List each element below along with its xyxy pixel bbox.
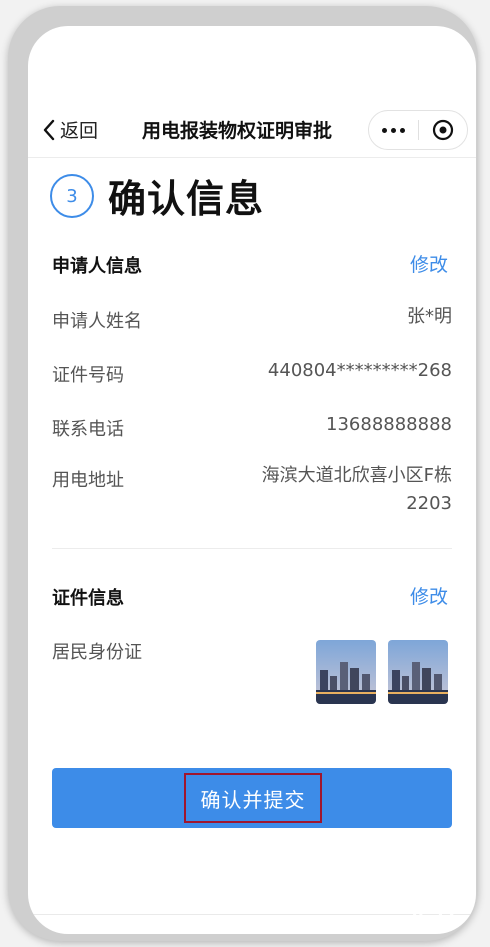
section-divider bbox=[52, 548, 452, 549]
back-button[interactable]: 返回 bbox=[42, 116, 98, 143]
page-title: 确认信息 bbox=[108, 177, 265, 221]
field-label: 用电地址 bbox=[52, 470, 124, 491]
submit-button-label: 确认并提交 bbox=[184, 773, 322, 823]
field-value: 13688888888 bbox=[326, 414, 452, 435]
applicant-section-header: 申请人信息 修改 bbox=[52, 252, 452, 282]
field-value-line-2: 2203 bbox=[406, 493, 452, 514]
navigation-bar: 返回 用电报装物权证明审批 bbox=[28, 102, 476, 158]
field-row: 用电地址 海滨大道北欣喜小区F栋 2203 bbox=[52, 465, 452, 526]
page-nav-title: 用电报装物权证明审批 bbox=[142, 120, 333, 142]
close-miniprogram-button[interactable] bbox=[419, 119, 467, 141]
id-type-label: 居民身份证 bbox=[52, 642, 142, 663]
field-label: 申请人姓名 bbox=[52, 311, 142, 332]
phone-frame: 返回 用电报装物权证明审批 3 确认信息 申请人信息 修改 申请人姓名 张*明 … bbox=[8, 6, 478, 941]
field-row: 申请人姓名 张*明 bbox=[52, 306, 452, 337]
watermark-logo bbox=[404, 880, 470, 932]
field-row: 联系电话 13688888888 bbox=[52, 414, 452, 445]
id-back-thumbnail[interactable] bbox=[388, 640, 448, 704]
field-value-line-1: 海滨大道北欣喜小区F栋 bbox=[261, 465, 452, 486]
miniprogram-capsule bbox=[368, 110, 468, 150]
document-section-header: 证件信息 修改 bbox=[52, 584, 452, 614]
field-value: 张*明 bbox=[407, 306, 452, 327]
more-options-button[interactable] bbox=[369, 127, 418, 133]
field-value: 440804*********268 bbox=[267, 360, 452, 381]
section-heading: 申请人信息 bbox=[52, 256, 142, 277]
city-photo-icon bbox=[388, 640, 448, 704]
edit-applicant-button[interactable]: 修改 bbox=[410, 250, 448, 277]
back-label: 返回 bbox=[60, 120, 99, 142]
more-dot-icon bbox=[382, 127, 387, 133]
field-row: 证件号码 440804*********268 bbox=[52, 360, 452, 391]
city-photo-icon bbox=[316, 640, 376, 704]
step-number-badge: 3 bbox=[50, 174, 94, 218]
field-label: 证件号码 bbox=[52, 365, 124, 386]
target-icon bbox=[432, 119, 454, 141]
watermark-logo-icon bbox=[408, 884, 466, 928]
section-heading: 证件信息 bbox=[52, 588, 124, 609]
id-front-thumbnail[interactable] bbox=[316, 640, 376, 704]
chevron-left-icon bbox=[43, 119, 55, 140]
field-label: 联系电话 bbox=[52, 419, 124, 440]
edit-document-button[interactable]: 修改 bbox=[410, 582, 448, 609]
more-dot-icon bbox=[400, 127, 405, 133]
confirm-submit-button[interactable]: 确认并提交 bbox=[52, 768, 452, 828]
more-dot-icon bbox=[391, 127, 396, 133]
phone-screen: 返回 用电报装物权证明审批 3 确认信息 申请人信息 修改 申请人姓名 张*明 … bbox=[28, 26, 476, 934]
